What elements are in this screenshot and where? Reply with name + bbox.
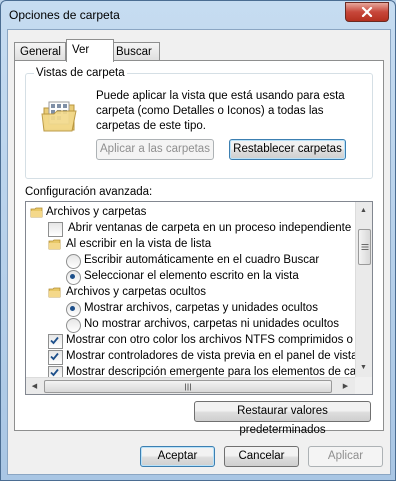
folder-icon — [30, 207, 43, 218]
radio-button-selected[interactable] — [66, 302, 81, 317]
checkbox[interactable] — [48, 222, 63, 237]
tree-item-label: Archivos y carpetas — [46, 206, 147, 218]
radio-dot — [70, 274, 75, 279]
checkmark-icon — [50, 368, 59, 377]
checkbox-label: Mostrar controladores de vista previa en… — [66, 350, 355, 362]
checkbox-checked[interactable] — [48, 334, 63, 349]
advanced-settings-label: Configuración avanzada: — [25, 186, 153, 198]
apply-button[interactable]: Aplicar — [308, 446, 383, 467]
checkmark-icon — [50, 336, 59, 345]
folder-views-description: Puede aplicar la vista que está usando p… — [96, 90, 345, 132]
grip-icon — [185, 383, 191, 390]
ok-button[interactable]: Aceptar — [140, 446, 215, 467]
close-icon — [361, 7, 373, 17]
scroll-right-arrow-icon[interactable]: ▶ — [338, 378, 353, 393]
folder-icon — [48, 287, 61, 298]
scroll-up-arrow-icon[interactable]: ▲ — [356, 203, 371, 218]
window-title: Opciones de carpeta — [9, 8, 120, 22]
checkbox-label: Abrir ventanas de carpeta en un proceso … — [68, 222, 352, 234]
checkmark-icon — [50, 352, 59, 361]
folder-icon — [48, 239, 61, 250]
advanced-settings-rows: Archivos y carpetas Abrir ventanas de ca… — [26, 202, 355, 377]
tree-item-label: Archivos y carpetas ocultos — [66, 286, 206, 298]
reset-folders-button[interactable]: Restablecer carpetas — [229, 139, 346, 160]
tab-ver[interactable]: Ver — [66, 39, 114, 62]
tab-buscar[interactable]: Buscar — [110, 42, 160, 61]
folder-views-label: Vistas de carpeta — [34, 67, 127, 79]
tab-general[interactable]: General — [14, 42, 66, 61]
cancel-button[interactable]: Cancelar — [224, 446, 299, 467]
vertical-scrollbar[interactable]: ▲ ▼ — [355, 202, 372, 377]
radio-button[interactable] — [66, 318, 81, 333]
grip-icon — [361, 244, 368, 250]
radio-label: Mostrar archivos, carpetas y unidades oc… — [84, 302, 318, 314]
scroll-left-arrow-icon[interactable]: ◀ — [27, 378, 42, 393]
checkbox-label: Mostrar descripción emergente para los e… — [66, 366, 355, 377]
apply-to-folders-button[interactable]: Aplicar a las carpetas — [96, 139, 214, 160]
checkbox-checked[interactable] — [48, 366, 63, 377]
scroll-corner — [355, 377, 372, 394]
checkbox-label: Mostrar con otro color los archivos NTFS… — [66, 334, 355, 346]
vertical-scroll-thumb[interactable] — [358, 229, 371, 265]
checkbox-checked[interactable] — [48, 350, 63, 365]
close-button[interactable] — [345, 2, 389, 22]
radio-label: Seleccionar el elemento escrito en la vi… — [84, 270, 299, 282]
advanced-settings-tree[interactable]: Archivos y carpetas Abrir ventanas de ca… — [25, 201, 373, 395]
folder-views-group: Vistas de carpeta Puede aplicar la vista… — [25, 67, 373, 179]
radio-button[interactable] — [66, 254, 81, 269]
title-bar[interactable]: Opciones de carpeta — [1, 1, 395, 29]
folder-views-icon — [41, 101, 77, 132]
tab-panel-ver: Vistas de carpeta Puede aplicar la vista… — [14, 60, 384, 436]
restore-defaults-button[interactable]: Restaurar valores predeterminados — [194, 401, 371, 436]
radio-button-selected[interactable] — [66, 270, 81, 285]
folder-options-dialog: Opciones de carpeta General Ver Buscar V… — [0, 0, 396, 481]
horizontal-scroll-thumb[interactable] — [44, 380, 332, 393]
radio-dot — [70, 306, 75, 311]
dialog-body: General Ver Buscar Vistas de carpeta Pue… — [7, 29, 391, 475]
radio-label: No mostrar archivos, carpetas ni unidade… — [84, 318, 340, 330]
radio-label: Escribir automáticamente en el cuadro Bu… — [84, 254, 320, 266]
tree-item-label: Al escribir en la vista de lista — [66, 238, 212, 250]
horizontal-scrollbar[interactable]: ◀ ▶ — [26, 377, 355, 394]
scroll-down-arrow-icon[interactable]: ▼ — [356, 360, 371, 375]
